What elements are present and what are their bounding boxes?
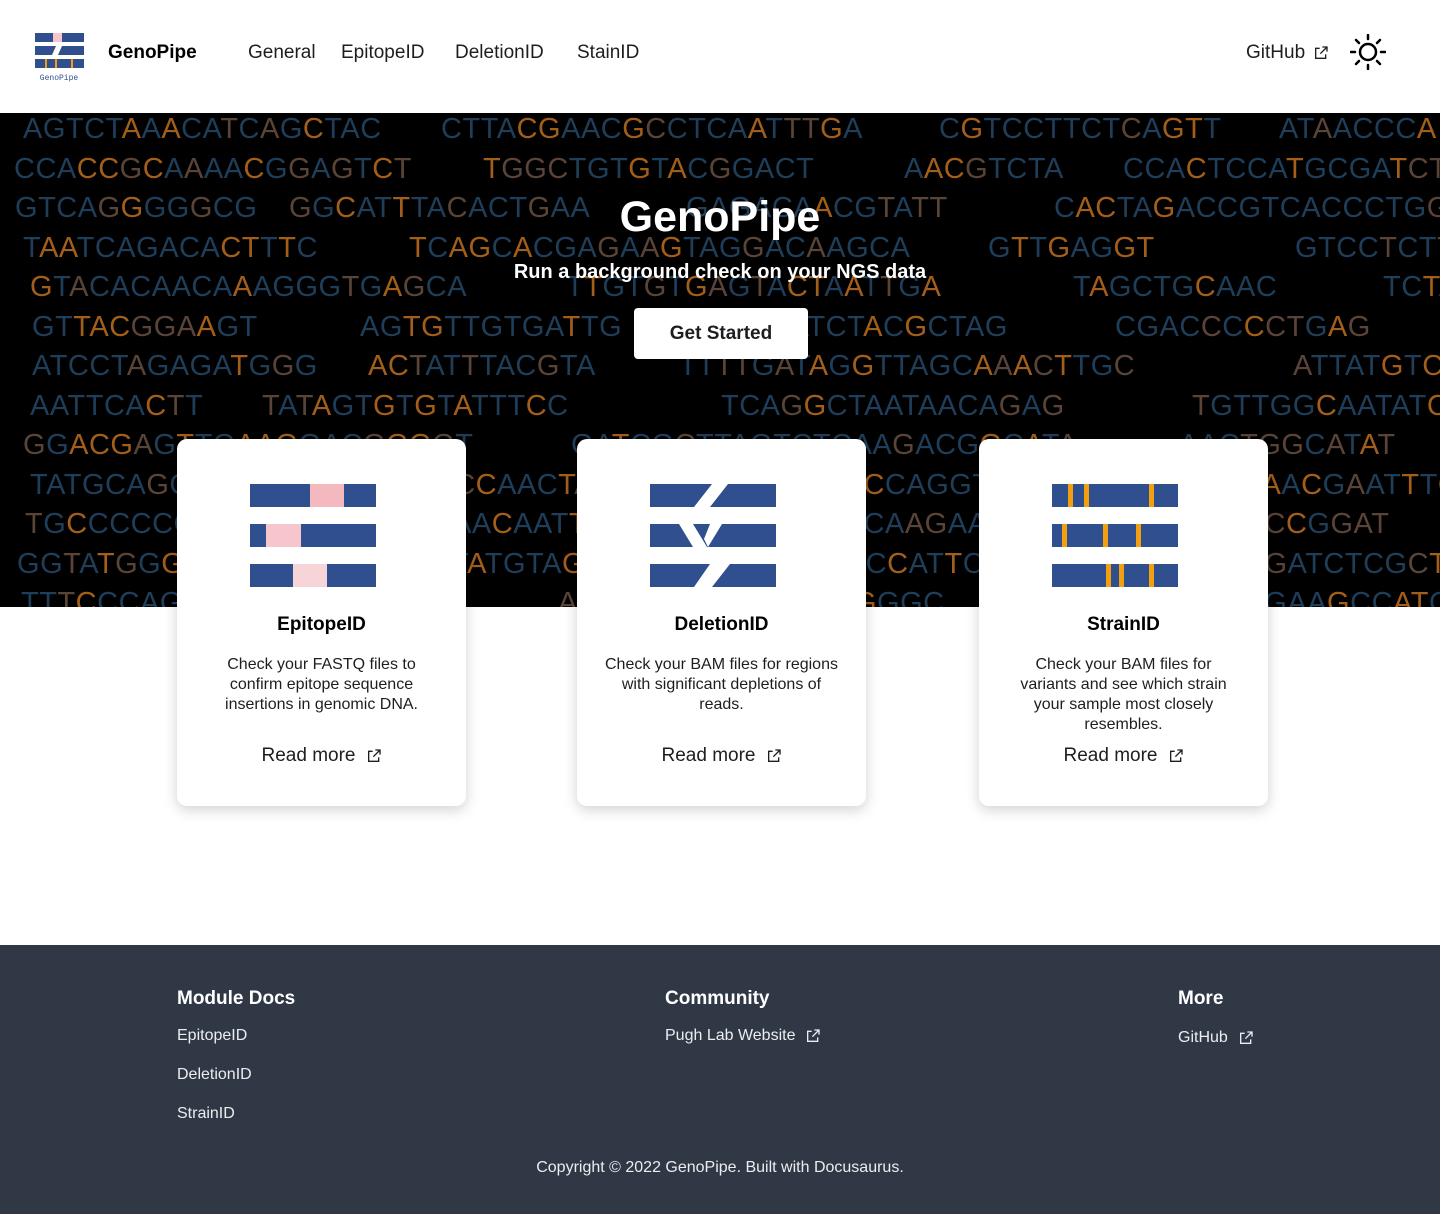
footer: Module Docs EpitopeID DeletionID StrainI…: [0, 945, 1440, 1214]
logo-caption: GenoPipe: [40, 74, 79, 83]
nav-github-label: GitHub: [1246, 42, 1306, 63]
external-link-icon: [807, 1029, 821, 1042]
footer-link-label: GitHub: [1178, 1029, 1228, 1046]
nav-link-general[interactable]: General: [248, 42, 316, 64]
dna-fragment: TGGCTGTGTACGGACT: [483, 152, 815, 185]
dna-fragment: CAACGAATTTCCCGCC: [1240, 468, 1440, 501]
nav-link-deletionid[interactable]: DeletionID: [455, 42, 544, 64]
footer-title-module-docs: Module Docs: [177, 988, 296, 1009]
dna-fragment: CTTACGAACGCCTCAATTTGA: [441, 113, 863, 145]
genopipe-logo[interactable]: GenoPipe: [34, 32, 86, 84]
footer-link-epitopeid[interactable]: EpitopeID: [177, 1027, 247, 1045]
read-more-link[interactable]: Read more: [577, 745, 866, 767]
card-title: DeletionID: [674, 614, 769, 635]
dna-fragment: CCACCGCAAAACGGAGTCT: [14, 152, 412, 185]
read-more-link[interactable]: Read more: [979, 745, 1268, 767]
dna-fragment: AGTGTTGTGATTG: [360, 310, 623, 343]
dna-fragment: TATAGTGTGTATTTCC: [262, 389, 569, 422]
external-link-icon: [1239, 1031, 1253, 1044]
dna-fragment: CGTCCTTCTCAGTT: [939, 113, 1222, 145]
footer-title-more: More: [1178, 988, 1224, 1009]
external-link-icon: [767, 749, 781, 762]
external-link-icon: [1169, 749, 1183, 762]
read-more-link[interactable]: Read more: [177, 745, 466, 767]
hero-title: GenoPipe: [619, 193, 821, 241]
card-description: Check your BAM files for variants and se…: [1020, 656, 1227, 733]
copyright-text: Copyright © 2022 GenoPipe. Built with Do…: [536, 1159, 904, 1176]
footer-link-strainid[interactable]: StrainID: [177, 1105, 235, 1123]
footer-link-deletionid[interactable]: DeletionID: [177, 1066, 252, 1084]
dna-fragment: TGTTGGCAATATCATGCGGC: [1192, 389, 1440, 422]
card-description: Check your FASTQ files to confirm epitop…: [225, 656, 418, 713]
dna-fragment: ATCCTAGAGATGGG: [32, 350, 318, 382]
dna-fragment: ATTATGTCGTGAGGCAAT: [1293, 350, 1440, 382]
hero-subtitle: Run a background check on your NGS data: [513, 261, 927, 283]
card-deletionid: DeletionID Check your BAM files for regi…: [577, 439, 866, 806]
strain-icon: [1052, 484, 1178, 588]
card-epitopeid: EpitopeID Check your FASTQ files to conf…: [177, 439, 466, 806]
card-title: EpitopeID: [277, 614, 366, 635]
card-title: StrainID: [1087, 614, 1160, 635]
epitope-icon: [250, 484, 376, 588]
dna-fragment: AACGTCTA: [904, 152, 1064, 185]
footer-link-label: Pugh Lab Website: [665, 1027, 796, 1044]
nav-link-epitopeid[interactable]: EpitopeID: [341, 42, 424, 64]
sun-icon[interactable]: [1349, 33, 1387, 71]
brand-link[interactable]: GenoPipe: [108, 42, 197, 64]
dna-fragment: AGTCTAAACATCAGCTAC: [23, 113, 382, 145]
footer-link-pugh-lab[interactable]: Pugh Lab Website: [665, 1027, 821, 1045]
read-more-label: Read more: [1063, 745, 1158, 766]
dna-fragment: ACTATTTACGTA: [368, 350, 596, 382]
dna-fragment: AATTCACTT: [30, 389, 204, 422]
get-started-button[interactable]: Get Started: [634, 308, 808, 359]
navbar: GenoPipe GenoPipe General EpitopeID Dele…: [0, 0, 1440, 113]
dna-fragment: CGACCCCCTGAG: [1115, 310, 1371, 343]
footer-link-github[interactable]: GitHub: [1178, 1029, 1254, 1047]
dna-fragment: ATAACCCA: [1279, 113, 1437, 145]
footer-title-community: Community: [665, 988, 770, 1009]
read-more-label: Read more: [661, 745, 756, 766]
card-strainid: StrainID Check your BAM files for varian…: [979, 439, 1268, 806]
card-description: Check your BAM files for regions with si…: [605, 656, 838, 713]
nav-github-link[interactable]: GitHub: [1246, 42, 1329, 64]
dna-fragment: CCACTCCATGCGATCT: [1123, 152, 1440, 185]
nav-link-stainid[interactable]: StainID: [577, 42, 639, 64]
read-more-label: Read more: [261, 745, 356, 766]
deletion-icon: [650, 484, 776, 588]
dna-fragment: TCAGGCTAATAACAGAG: [721, 389, 1065, 422]
external-link-icon: [1315, 46, 1328, 59]
external-link-icon: [367, 749, 381, 762]
dna-fragment: GTTACGGAAGT: [32, 310, 258, 343]
